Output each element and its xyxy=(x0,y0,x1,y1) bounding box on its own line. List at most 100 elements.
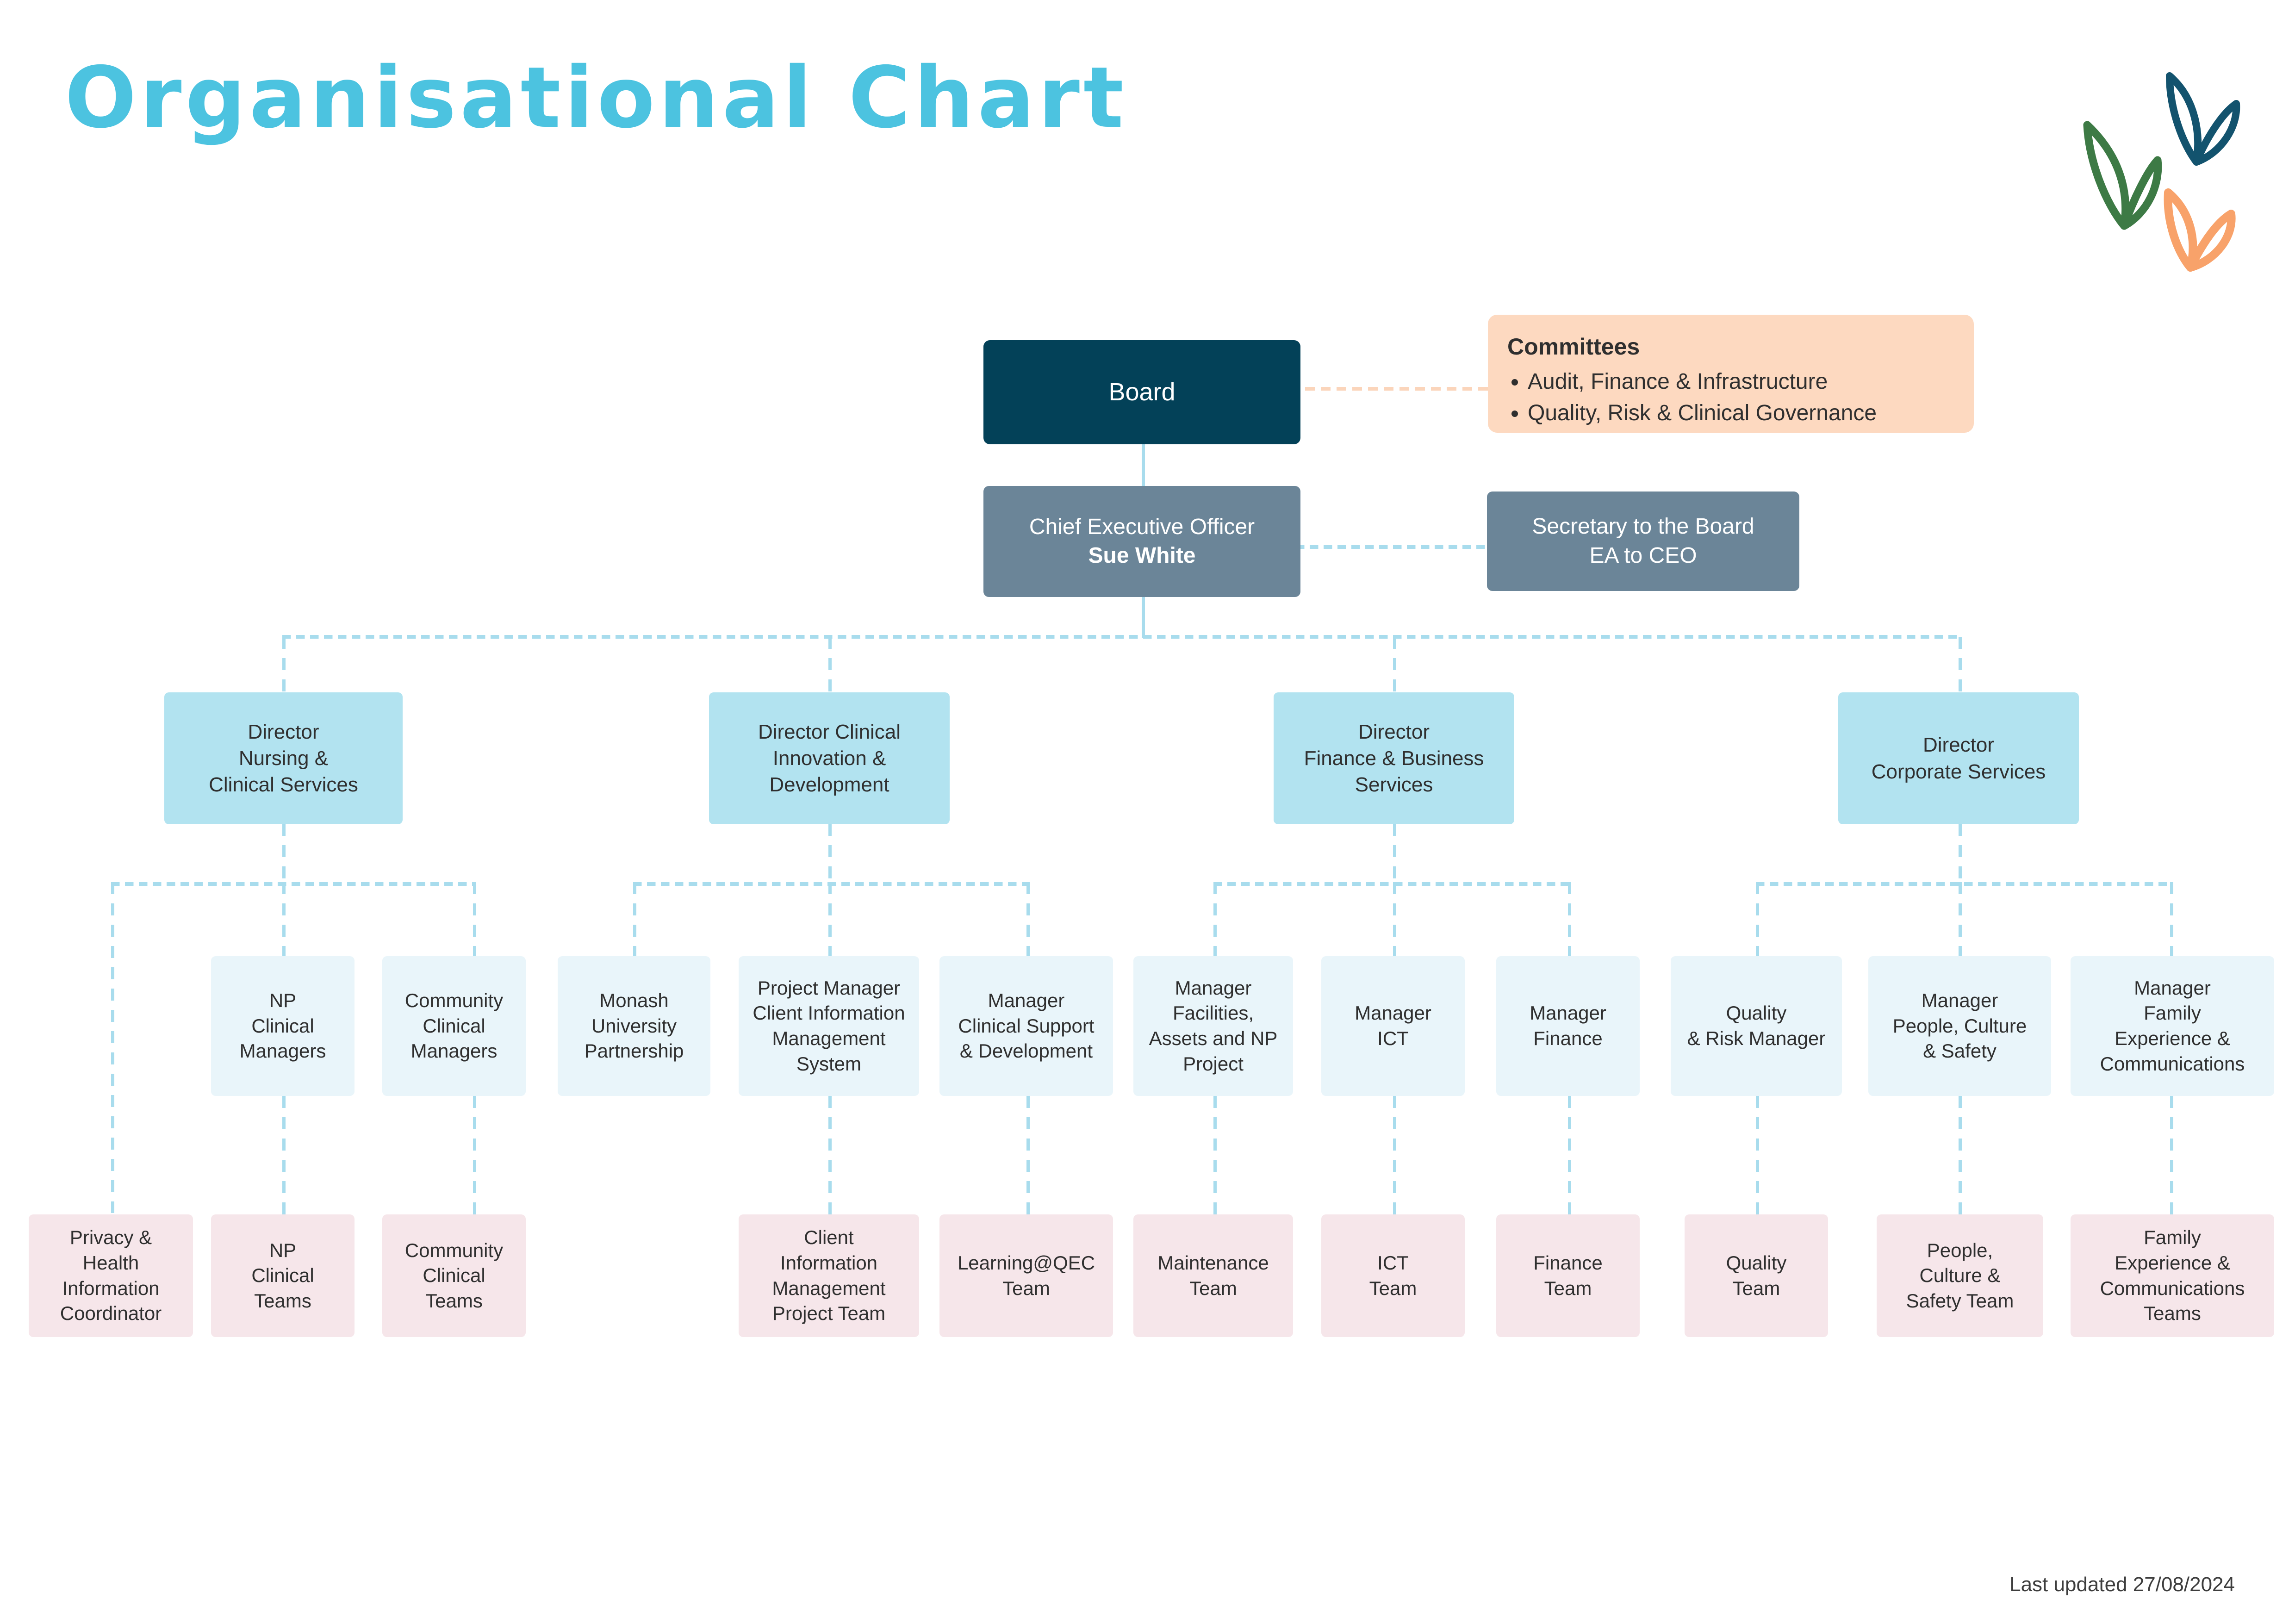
box-manager-clinical-support-development[interactable]: Manager Clinical Support & Development xyxy=(939,956,1113,1096)
box-quality-team[interactable]: Quality Team xyxy=(1685,1214,1828,1337)
manager-line: Manager xyxy=(1355,1002,1431,1024)
manager-line: Managers xyxy=(410,1040,498,1062)
team-line: Team xyxy=(1189,1277,1237,1299)
director-line: Director xyxy=(248,720,319,743)
box-np-clinical-teams[interactable]: NP Clinical Teams xyxy=(211,1214,355,1337)
director-line: Nursing & xyxy=(238,747,329,770)
team-line: Teams xyxy=(2144,1302,2201,1325)
connector-director-bus xyxy=(282,635,1960,639)
box-director-finance-business-services[interactable]: Director Finance & Business Services xyxy=(1274,692,1514,824)
box-committees[interactable]: Committees Audit, Finance & Infrastructu… xyxy=(1488,315,1974,433)
team-line: Information xyxy=(780,1251,878,1274)
connector-bus-director-2 xyxy=(828,637,832,692)
team-line: Team xyxy=(1369,1277,1417,1299)
manager-line: Clinical Support xyxy=(958,1014,1095,1037)
box-privacy-health-information-coordinator[interactable]: Privacy & Health Information Coordinator xyxy=(29,1214,193,1337)
team-line: Teams xyxy=(425,1289,483,1312)
team-line: Information xyxy=(62,1277,160,1299)
box-client-information-management-project-team[interactable]: Client Information Management Project Te… xyxy=(739,1214,919,1337)
box-quality-risk-manager[interactable]: Quality & Risk Manager xyxy=(1671,956,1842,1096)
box-finance-team[interactable]: Finance Team xyxy=(1496,1214,1640,1337)
connector-d1-npmgr xyxy=(282,882,286,956)
team-line: Team xyxy=(1544,1277,1592,1299)
box-project-manager-cims[interactable]: Project Manager Client Information Manag… xyxy=(739,956,919,1096)
box-family-experience-communications-teams[interactable]: Family Experience & Communications Teams xyxy=(2071,1214,2274,1337)
connector-pm-cimpt xyxy=(828,1096,832,1214)
connector-commmgr-commteams xyxy=(473,1096,476,1214)
manager-line: & Risk Manager xyxy=(1687,1027,1826,1049)
box-manager-people-culture-safety[interactable]: Manager People, Culture & Safety xyxy=(1868,956,2051,1096)
box-chief-executive-officer[interactable]: Chief Executive Officer Sue White xyxy=(983,486,1300,597)
team-line: Culture & xyxy=(1919,1264,2001,1287)
box-board[interactable]: Board xyxy=(983,340,1300,444)
connector-director4-down xyxy=(1959,824,1962,884)
connector-director3-down xyxy=(1393,824,1396,884)
box-director-clinical-innovation-development[interactable]: Director Clinical Innovation & Developme… xyxy=(709,692,950,824)
manager-line: Project Manager xyxy=(757,977,901,999)
manager-line: Project xyxy=(1183,1052,1244,1075)
connector-family-familyteam xyxy=(2170,1096,2173,1214)
manager-line: People, Culture xyxy=(1892,1014,2027,1037)
secretary-line2: EA to CEO xyxy=(1589,543,1697,568)
manager-line: Manager xyxy=(1530,1002,1606,1024)
org-chart-canvas: Organisational Chart Board Committees • … xyxy=(0,0,2295,1624)
team-line: Client xyxy=(804,1226,854,1249)
connector-d4-quality xyxy=(1756,882,1759,956)
manager-line: ICT xyxy=(1377,1027,1409,1049)
manager-line: Monash xyxy=(599,989,669,1012)
box-np-clinical-managers[interactable]: NP Clinical Managers xyxy=(211,956,355,1096)
manager-line: University xyxy=(591,1014,677,1037)
connector-board-ceo xyxy=(1142,444,1145,486)
team-line: Learning@QEC xyxy=(957,1251,1095,1274)
box-ict-team[interactable]: ICT Team xyxy=(1321,1214,1465,1337)
manager-line: Finance xyxy=(1533,1027,1603,1049)
connector-ceo-bus xyxy=(1142,596,1145,638)
team-line: Health xyxy=(82,1251,139,1274)
committee-item: Quality, Risk & Clinical Governance xyxy=(1528,398,1954,429)
box-director-nursing-clinical-services[interactable]: Director Nursing & Clinical Services xyxy=(164,692,403,824)
connector-mgrcsd-learning xyxy=(1026,1096,1030,1214)
box-manager-ict[interactable]: Manager ICT xyxy=(1321,956,1465,1096)
box-community-clinical-teams[interactable]: Community Clinical Teams xyxy=(382,1214,526,1337)
director-line: Corporate Services xyxy=(1871,760,2046,783)
connector-d3-finance xyxy=(1568,882,1571,956)
connector-d2-monash xyxy=(633,882,636,956)
team-line: Safety Team xyxy=(1906,1289,2014,1312)
connector-d3-ict xyxy=(1393,882,1396,956)
connector-facilities-maint xyxy=(1213,1096,1217,1214)
connector-npmgr-npteams xyxy=(282,1096,286,1214)
connector-director1-down xyxy=(282,824,286,884)
director-line: Director xyxy=(1358,720,1430,743)
box-learning-qec-team[interactable]: Learning@QEC Team xyxy=(939,1214,1113,1337)
box-secretary-to-board[interactable]: Secretary to the Board EA to CEO xyxy=(1487,492,1799,591)
page-title: Organisational Chart xyxy=(65,49,1127,147)
box-maintenance-team[interactable]: Maintenance Team xyxy=(1133,1214,1293,1337)
box-community-clinical-managers[interactable]: Community Clinical Managers xyxy=(382,956,526,1096)
director-line: Innovation & xyxy=(772,747,886,770)
team-line: Communications xyxy=(2100,1277,2245,1299)
team-line: Family xyxy=(2144,1226,2201,1249)
manager-line: NP xyxy=(269,989,297,1012)
director-line: Director xyxy=(1922,734,1995,757)
team-line: Clinical xyxy=(251,1264,314,1287)
connector-d1-commmgr xyxy=(473,882,476,956)
box-director-corporate-services[interactable]: Director Corporate Services xyxy=(1838,692,2079,824)
ceo-name: Sue White xyxy=(1088,543,1196,568)
box-manager-finance[interactable]: Manager Finance xyxy=(1496,956,1640,1096)
box-manager-family-experience-communications[interactable]: Manager Family Experience & Communicatio… xyxy=(2071,956,2274,1096)
box-manager-facilities-assets-np-project[interactable]: Manager Facilities, Assets and NP Projec… xyxy=(1133,956,1293,1096)
box-monash-university-partnership[interactable]: Monash University Partnership xyxy=(558,956,710,1096)
connector-d1-privacy xyxy=(111,882,114,1213)
connector-bus-director-3 xyxy=(1393,637,1396,692)
team-line: NP xyxy=(269,1239,297,1261)
team-line: Project Team xyxy=(772,1302,886,1325)
last-updated-label: Last updated 27/08/2024 xyxy=(2009,1573,2235,1596)
director-line: Finance & Business xyxy=(1304,747,1484,770)
committees-list: Audit, Finance & Infrastructure Quality,… xyxy=(1507,366,1954,429)
manager-line: Assets and NP xyxy=(1149,1027,1278,1049)
box-people-culture-safety-team[interactable]: People, Culture & Safety Team xyxy=(1877,1214,2043,1337)
ceo-role: Chief Executive Officer xyxy=(1029,514,1255,539)
manager-line: Family xyxy=(2144,1002,2201,1024)
manager-line: Quality xyxy=(1726,1002,1787,1024)
connector-d4-people xyxy=(1959,882,1962,956)
